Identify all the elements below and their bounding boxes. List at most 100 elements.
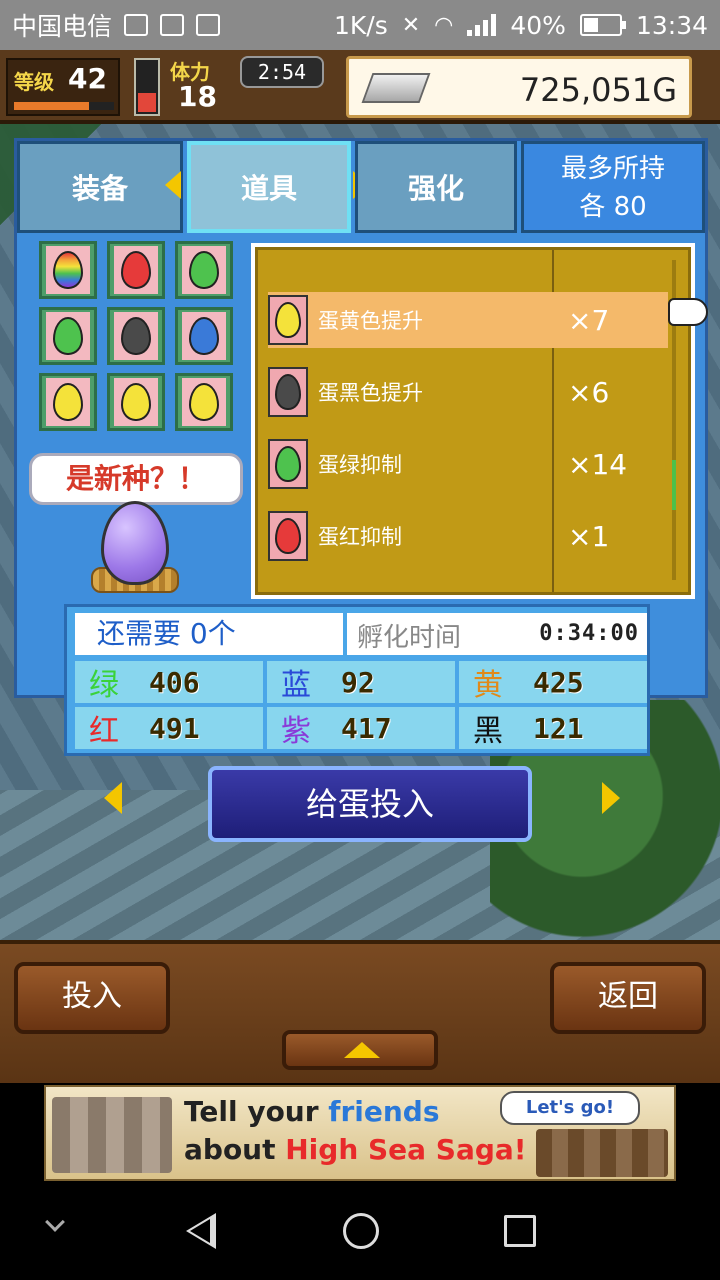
egg-slot[interactable] [39,307,97,365]
item-row[interactable]: 蛋黄色提升 ×7 [268,292,668,348]
rainbow-egg-icon [53,251,83,289]
stat-value: 417 [341,711,392,745]
egg-slot[interactable] [107,241,165,299]
egg-slot-grid [39,241,239,431]
hatch-time-box: 孵化时间 0:34:00 [347,613,647,655]
top-hud: 等级 42 体力 18 2:54 725,051G [0,50,720,124]
color-stat: 红 491 [75,707,263,749]
insert-button[interactable]: 投入 [14,962,170,1034]
item-name: 蛋黄色提升 [318,309,423,333]
max-hold-info: 最多所持 各 80 [521,141,705,233]
egg-item-icon [268,295,308,345]
level-value: 42 [68,62,107,95]
wifi-icon: ◠ [434,12,454,38]
stat-value: 406 [149,665,200,699]
image-icon [196,14,221,36]
yellow-egg-icon [53,383,83,421]
battery-percent: 40% [510,10,566,40]
red-egg-icon [121,251,151,289]
egg-slot[interactable] [175,241,233,299]
stamina-timer: 2:54 [240,56,324,88]
item-quantity: ×6 [568,375,610,409]
mute-icon: ✕ [401,12,421,38]
level-box: 等级 42 [6,58,120,116]
color-stat: 紫 417 [267,707,455,749]
item-name: 蛋绿抑制 [318,453,402,477]
tab-equipment[interactable]: 装备 [17,141,183,233]
egg-slot[interactable] [107,373,165,431]
tab-left-arrow-icon[interactable] [165,171,181,199]
new-species-bubble: 是新种？！ [29,453,243,505]
prev-arrow-icon[interactable] [104,782,122,814]
carrier-label: 中国电信 [12,12,113,41]
stat-label: 黑 [473,714,503,749]
give-egg-button[interactable]: 给蛋投入 [208,766,532,842]
ad-ship-image [536,1129,668,1177]
egg-slot[interactable] [39,241,97,299]
ad-line2a: about [184,1133,286,1166]
item-quantity: ×14 [568,447,628,481]
back-icon[interactable] [186,1213,216,1249]
next-arrow-icon[interactable] [602,782,620,814]
hand-pointer-icon [668,298,708,326]
color-stat: 黄 425 [459,661,647,703]
stat-value: 425 [533,665,584,699]
egg-slot[interactable] [175,307,233,365]
battery-icon [579,14,626,36]
egg-slot[interactable] [39,373,97,431]
egg-slot[interactable] [175,373,233,431]
black-egg-icon [121,317,151,355]
back-button[interactable]: 返回 [550,962,706,1034]
max-hold-title: 最多所持 [560,154,665,184]
ad-banner[interactable]: Tell your friends about High Sea Saga! L… [44,1085,676,1181]
hatch-time-value: 0:34:00 [539,621,639,646]
eggs-needed: 还需要 0个 [75,613,343,655]
max-hold-value: 80 [613,192,647,222]
item-row[interactable]: 蛋黑色提升 ×6 [268,364,668,420]
signal-icon [467,14,497,36]
expand-button[interactable] [282,1030,438,1070]
hotspot-icon [124,14,149,36]
hatch-time-label: 孵化时间 [357,623,462,653]
ad-line1a: Tell your [184,1095,329,1128]
item-quantity: ×1 [568,519,610,553]
egg-slot[interactable] [107,307,165,365]
item-row[interactable]: 蛋红抑制 ×1 [268,508,668,564]
stamina-gauge [134,58,160,116]
home-icon[interactable] [343,1213,379,1249]
tab-enhance[interactable]: 强化 [355,141,517,233]
item-row[interactable]: 蛋绿抑制 ×14 [268,436,668,492]
up-arrow-icon [344,1042,380,1058]
status-bar: 中国电信 1K/s ✕ ◠ 40% 13:34 [0,0,720,50]
ad-soldiers-image [52,1097,172,1173]
max-hold-each: 各 [579,192,606,222]
egg-item-icon [268,511,308,561]
tab-items[interactable]: 道具 [187,141,351,233]
green-egg-icon [189,251,219,289]
stat-label: 黄 [473,668,503,703]
net-speed: 1K/s [333,10,388,40]
bottom-bar: 投入 返回 [0,940,720,1083]
color-stat: 黑 121 [459,707,647,749]
purple-egg-icon [101,501,169,585]
recents-icon[interactable] [504,1215,536,1247]
color-stat: 绿 406 [75,661,263,703]
egg-item-icon [268,367,308,417]
collapse-icon[interactable] [45,1212,65,1232]
level-label: 等级 [14,70,54,94]
clock: 13:34 [635,10,708,40]
color-stat: 蓝 92 [267,661,455,703]
ad-line2b: High Sea Saga! [285,1133,527,1166]
stat-label: 紫 [281,714,311,749]
stat-value: 121 [533,711,584,745]
green-egg-icon [53,317,83,355]
stat-label: 红 [89,714,119,749]
android-nav-bar [0,1185,720,1280]
item-quantity: ×7 [568,303,610,337]
blue-egg-icon [189,317,219,355]
hatch-info: 还需要 0个 孵化时间 0:34:00 绿 406 蓝 92 黄 425 红 491 紫 417 黑… [64,604,650,756]
level-progress-bar [14,102,114,110]
egg-item-icon [268,439,308,489]
stamina-value: 18 [178,80,217,113]
stat-label: 蓝 [281,668,311,703]
